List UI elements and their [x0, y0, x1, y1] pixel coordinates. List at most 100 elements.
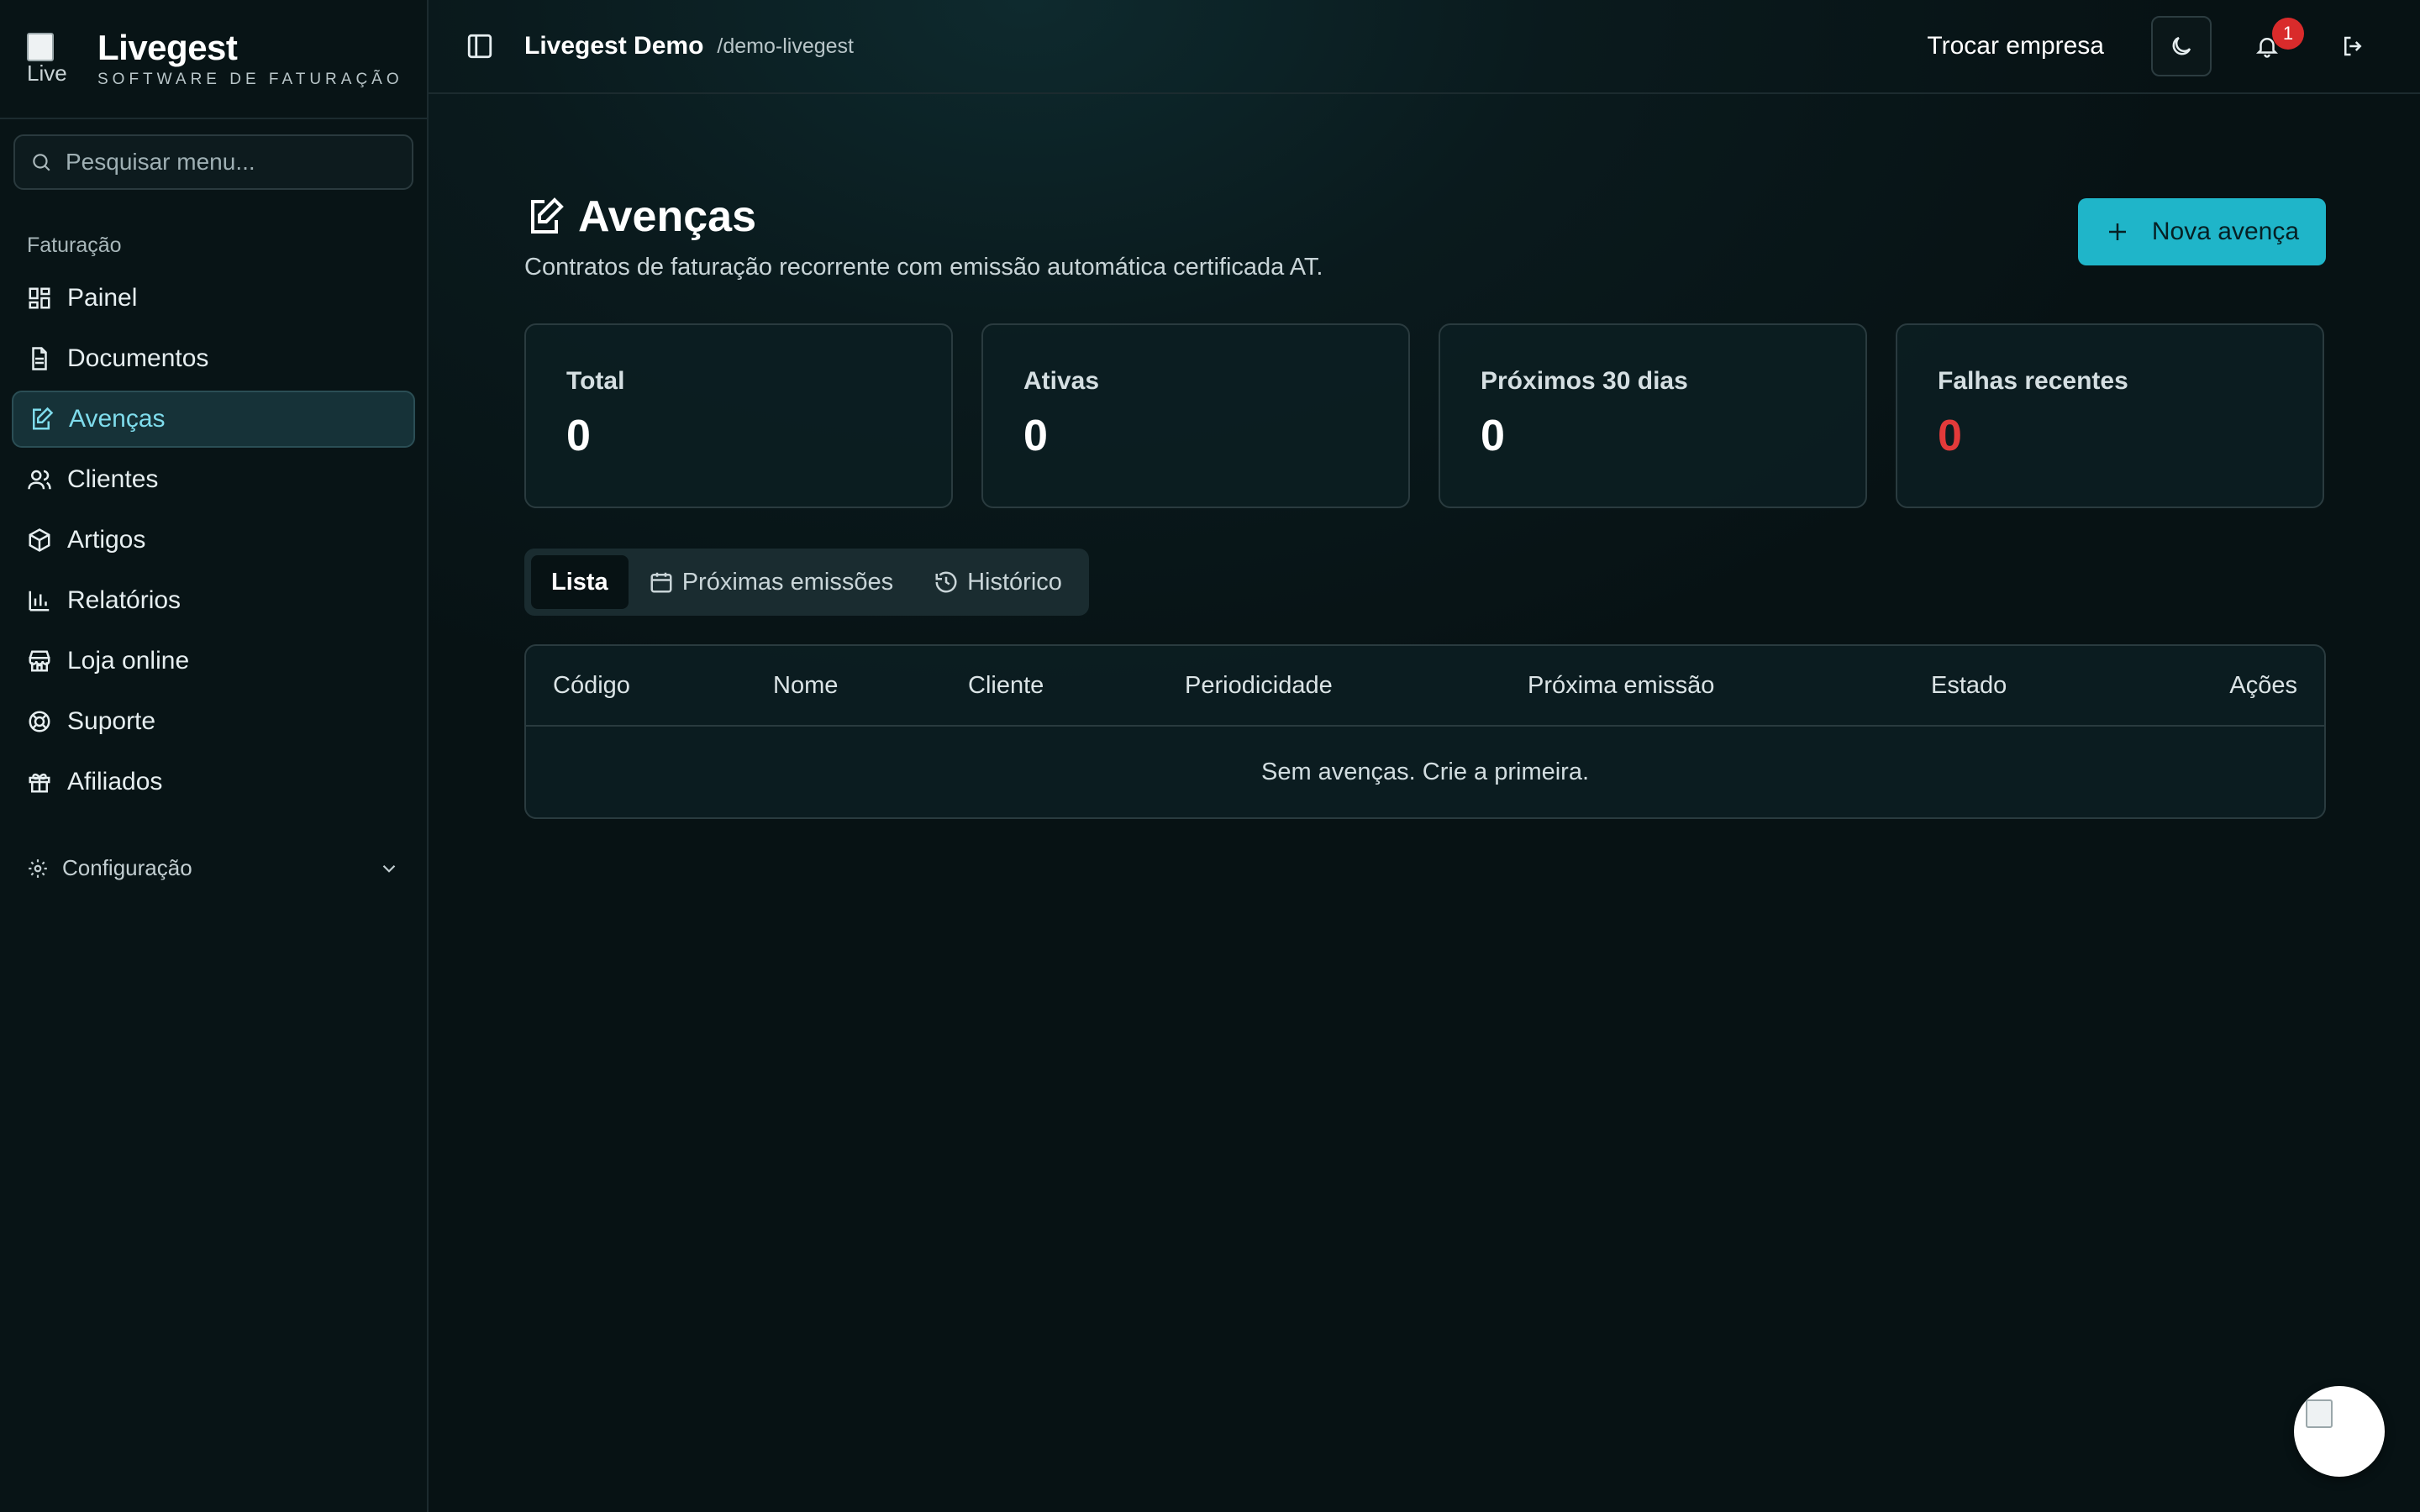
tab-lista[interactable]: Lista: [531, 555, 629, 609]
page-header: Avenças Contratos de faturação recorrent…: [524, 192, 2326, 281]
edit-document-icon: [531, 197, 564, 234]
sidebar-item-avencas[interactable]: Avenças: [12, 391, 415, 448]
column-header-estado[interactable]: Estado: [1931, 672, 2007, 700]
tab-historico[interactable]: Histórico: [913, 555, 1082, 609]
sidebar-item-label: Avenças: [69, 405, 166, 433]
package-icon: [29, 528, 50, 552]
page-title: Avenças: [578, 192, 756, 241]
stat-card-ativas: Ativas 0: [981, 323, 1410, 508]
sidebar-nav: Painel Documentos Avenças Clientes Artig…: [0, 270, 427, 811]
table-header: Código Nome Cliente Periodicidade Próxim…: [526, 646, 2324, 727]
tab-label: Histórico: [967, 568, 1062, 596]
stat-label: Próximos 30 dias: [1481, 367, 1688, 395]
notification-count-badge: 1: [2272, 18, 2304, 50]
search-icon: [33, 154, 50, 171]
sidebar-item-artigos[interactable]: Artigos: [12, 512, 415, 569]
stat-label: Ativas: [1023, 367, 1100, 395]
sidebar-toggle-icon[interactable]: [466, 32, 494, 60]
bar-chart-icon: [29, 591, 50, 612]
column-header-periodicidade[interactable]: Periodicidade: [1185, 672, 1333, 700]
sidebar-item-label: Suporte: [67, 707, 156, 735]
topbar: Livegest Demo /demo-livegest Trocar empr…: [429, 0, 2420, 94]
page-title-row: Avenças: [524, 192, 1323, 242]
sidebar-item-painel[interactable]: Painel: [12, 270, 415, 327]
table-empty-state: Sem avenças. Crie a primeira.: [1260, 758, 1590, 785]
stat-card-falhas-recentes: Falhas recentes 0: [1896, 323, 2324, 508]
sidebar: Live Livegest SOFTWARE DE FATURAÇÃO Fatu…: [0, 0, 429, 1512]
brand-tagline: SOFTWARE DE FATURAÇÃO: [97, 71, 403, 88]
calendar-icon: [650, 572, 672, 593]
column-header-codigo[interactable]: Código: [553, 672, 630, 700]
stat-card-total: Total 0: [524, 323, 953, 508]
avencas-table: Código Nome Cliente Periodicidade Próxim…: [524, 644, 2326, 819]
users-icon: [28, 470, 51, 490]
company-slug: /demo-livegest: [717, 34, 854, 58]
column-header-proxima-emissao[interactable]: Próxima emissão: [1528, 672, 1714, 700]
tab-label: Próximas emissões: [681, 568, 894, 596]
stat-value: 0: [1938, 412, 1962, 460]
company-name: Livegest Demo: [524, 32, 704, 60]
view-tabs: Lista Próximas emissões Histórico: [524, 549, 1089, 616]
sidebar-item-relatorios[interactable]: Relatórios: [12, 572, 415, 629]
document-icon: [32, 347, 47, 370]
brand-logo-alt: Live: [27, 60, 67, 85]
brand-logo: Live: [27, 33, 79, 85]
stats-cards: Total 0 Ativas 0 Próximos 30 dias 0 Falh…: [524, 323, 2326, 508]
sidebar-item-loja-online[interactable]: Loja online: [12, 633, 415, 690]
switch-company-button[interactable]: Trocar empresa: [1927, 32, 2104, 60]
sidebar-item-label: Artigos: [67, 526, 146, 554]
store-icon: [29, 650, 50, 672]
page-content: Avenças Contratos de faturação recorrent…: [429, 192, 2420, 819]
sidebar-item-label: Afiliados: [67, 768, 163, 795]
logout-icon: [2344, 36, 2362, 56]
dashboard-icon: [29, 287, 50, 309]
moon-icon: [2172, 36, 2191, 55]
sidebar-item-label: Relatórios: [67, 586, 182, 614]
column-header-acoes: Ações: [2229, 671, 2297, 699]
support-chat-button[interactable]: [2294, 1386, 2385, 1477]
sidebar-item-documentos[interactable]: Documentos: [12, 330, 415, 387]
gift-icon: [29, 773, 50, 793]
sidebar-item-afiliados[interactable]: Afiliados: [12, 753, 415, 811]
search-input[interactable]: [66, 149, 385, 176]
new-avenca-label: Nova avença: [2151, 218, 2299, 245]
stat-value: 0: [1481, 412, 1505, 460]
config-label: Configuração: [62, 855, 192, 880]
menu-search[interactable]: [13, 134, 413, 190]
brand[interactable]: Live Livegest SOFTWARE DE FATURAÇÃO: [0, 0, 427, 119]
stat-value: 0: [566, 412, 591, 460]
column-header-cliente[interactable]: Cliente: [968, 672, 1044, 700]
app-root: Live Livegest SOFTWARE DE FATURAÇÃO Fatu…: [0, 0, 2420, 1512]
page-heading: Avenças Contratos de faturação recorrent…: [524, 192, 1323, 281]
nav-section-label: Faturação: [27, 234, 122, 257]
lifebuoy-icon: [29, 711, 50, 732]
sidebar-item-label: Loja online: [67, 647, 190, 675]
edit-document-icon: [33, 407, 54, 430]
sidebar-item-clientes[interactable]: Clientes: [12, 451, 415, 508]
sidebar-item-label: Clientes: [67, 465, 159, 493]
brand-text: Livegest SOFTWARE DE FATURAÇÃO: [97, 29, 403, 89]
notifications-button[interactable]: 1: [2237, 16, 2304, 76]
stat-card-proximos-30-dias: Próximos 30 dias 0: [1439, 323, 1867, 508]
gear-icon: [29, 858, 47, 878]
history-icon: [935, 571, 957, 593]
column-header-nome[interactable]: Nome: [773, 672, 838, 700]
chevron-down-icon: [382, 864, 396, 873]
main-area: Livegest Demo /demo-livegest Trocar empr…: [429, 0, 2420, 1512]
tab-label: Lista: [551, 568, 608, 596]
stat-label: Falhas recentes: [1938, 367, 2128, 395]
topbar-actions: Trocar empresa 1: [1927, 16, 2383, 76]
new-avenca-button[interactable]: Nova avença: [2077, 198, 2326, 265]
theme-toggle-button[interactable]: [2151, 16, 2212, 76]
page-subtitle: Contratos de faturação recorrente com em…: [524, 254, 1323, 281]
sidebar-item-label: Painel: [67, 284, 138, 312]
sidebar-config-toggle[interactable]: Configuração: [27, 855, 400, 881]
stat-label: Total: [566, 367, 625, 395]
plus-icon: [2108, 223, 2126, 240]
stat-value: 0: [1023, 412, 1048, 460]
logout-button[interactable]: [2323, 16, 2383, 76]
brand-name: Livegest: [97, 28, 238, 67]
tab-proximas-emissoes[interactable]: Próximas emissões: [629, 555, 913, 609]
sidebar-item-suporte[interactable]: Suporte: [12, 693, 415, 750]
sidebar-item-label: Documentos: [67, 344, 209, 372]
